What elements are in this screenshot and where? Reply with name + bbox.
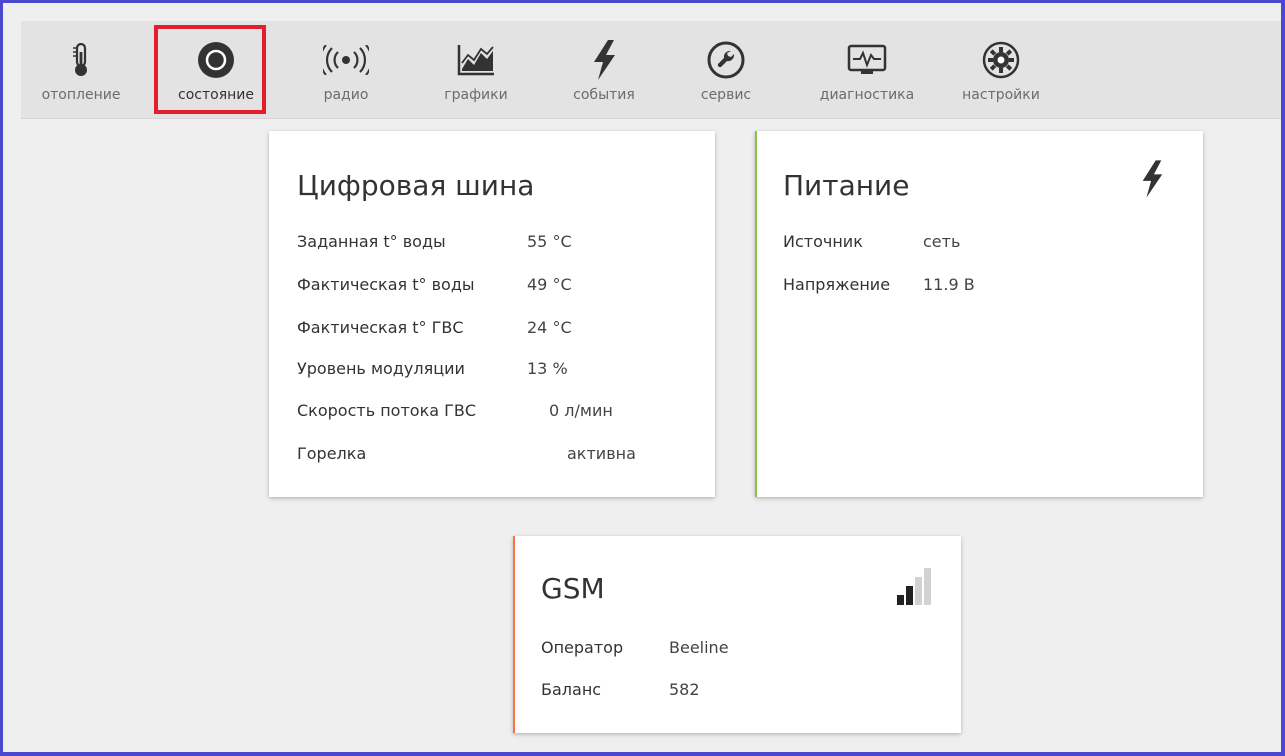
- nav-label: настройки: [962, 87, 1040, 103]
- row-value: 24 °C: [527, 318, 572, 337]
- row-label: Напряжение: [783, 275, 891, 294]
- lightning-icon: [1139, 159, 1165, 203]
- row-value: 13 %: [527, 359, 568, 378]
- row-value: сеть: [923, 232, 961, 251]
- nav-label: радио: [323, 87, 369, 103]
- row-value: 55 °C: [527, 232, 572, 251]
- top-navbar: отопление состояние радио графики событи…: [21, 21, 1281, 119]
- row-value: активна: [567, 444, 636, 463]
- row-label: Уровень модуляции: [297, 359, 465, 378]
- wrench-icon: [707, 41, 745, 79]
- row-label: Заданная t° воды: [297, 232, 446, 251]
- signal-bar: [924, 568, 931, 605]
- card-title: GSM: [541, 572, 605, 605]
- row-value: 582: [669, 680, 700, 699]
- nav-item-heating[interactable]: отопление: [21, 21, 141, 118]
- nav-item-service[interactable]: сервис: [686, 21, 766, 118]
- nav-item-settings[interactable]: настройки: [956, 21, 1046, 118]
- row-label: Скорость потока ГВС: [297, 401, 477, 420]
- signal-bar: [915, 577, 922, 605]
- row-label: Источник: [783, 232, 863, 251]
- digital-bus-card: Цифровая шина Заданная t° воды 55 °C Фак…: [269, 131, 715, 497]
- nav-label: графики: [444, 87, 508, 103]
- signal-bar: [906, 586, 913, 605]
- row-value: 11.9 В: [923, 275, 975, 294]
- pulse-monitor-icon: [847, 41, 887, 79]
- nav-item-events[interactable]: события: [559, 21, 649, 118]
- nav-label: сервис: [700, 87, 752, 103]
- power-card: Питание Источник сеть Напряжение 11.9 В: [755, 131, 1203, 497]
- nav-item-radio[interactable]: радио: [306, 21, 386, 118]
- row-value: 49 °C: [527, 275, 572, 294]
- signal-strength-icon: [893, 563, 933, 611]
- radio-waves-icon: [323, 41, 369, 79]
- nav-item-charts[interactable]: графики: [431, 21, 521, 118]
- gsm-card: GSM Оператор Beeline Баланс 582: [513, 536, 961, 733]
- row-label: Горелка: [297, 444, 367, 463]
- card-title: Питание: [783, 169, 910, 202]
- nav-item-diagnostics[interactable]: диагностика: [807, 21, 927, 118]
- row-label: Оператор: [541, 638, 624, 657]
- row-label: Фактическая t° ГВС: [297, 318, 464, 337]
- signal-bar: [897, 595, 904, 605]
- lightning-icon: [590, 40, 618, 80]
- status-circle-icon: [197, 41, 235, 79]
- row-value: Beeline: [669, 638, 729, 657]
- row-value: 0 л/мин: [549, 401, 613, 420]
- row-label: Баланс: [541, 680, 602, 699]
- app-frame: отопление состояние радио графики событи…: [0, 0, 1285, 756]
- nav-label: отопление: [41, 87, 121, 103]
- gear-icon: [982, 41, 1020, 79]
- nav-label: состояние: [178, 87, 254, 103]
- card-title: Цифровая шина: [297, 169, 535, 202]
- chart-icon: [456, 41, 496, 79]
- nav-label: диагностика: [819, 87, 915, 103]
- nav-label: события: [573, 87, 635, 103]
- nav-item-status[interactable]: состояние: [161, 21, 271, 118]
- thermometer-icon: [71, 41, 91, 79]
- row-label: Фактическая t° воды: [297, 275, 475, 294]
